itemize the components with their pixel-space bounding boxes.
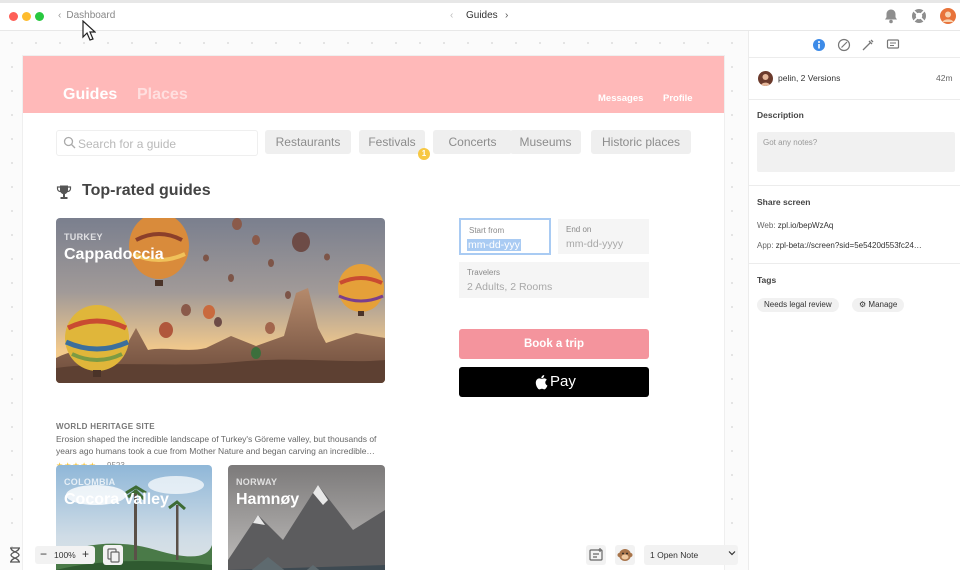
card-title: Cocora Valley [64, 491, 169, 508]
hourglass-icon[interactable] [8, 547, 22, 563]
eyedropper-icon[interactable] [861, 38, 875, 52]
chevron-left-icon: ‹ [58, 10, 62, 21]
guides-artboard[interactable]: Guides Places Messages Profile Search fo… [23, 56, 724, 570]
copy-layers-button[interactable] [103, 545, 123, 565]
apple-pay-button[interactable]: Pay [459, 367, 649, 397]
card-category-tag: WORLD HERITAGE SITE [56, 422, 155, 431]
app-url[interactable]: zpl-beta://screen?sid=5e5420d553fc24… [776, 241, 922, 250]
panel-divider [749, 263, 960, 264]
start-date-field[interactable]: Start from mm-dd-yyy [459, 218, 551, 255]
card-country: COLOMBIA [64, 477, 116, 487]
end-date-label: End on [566, 225, 592, 234]
user-avatar[interactable] [940, 8, 956, 24]
annotation-count-badge[interactable]: 1 [418, 148, 430, 160]
window-titlebar: ‹ Dashboard ‹ Guides › [0, 0, 960, 31]
description-notes-input[interactable]: Got any notes? [757, 132, 955, 172]
card-country: NORWAY [236, 477, 278, 487]
travelers-field[interactable]: Travelers 2 Adults, 2 Rooms [459, 262, 649, 298]
cappadocia-photo [56, 218, 385, 383]
start-date-label: Start from [469, 226, 505, 235]
notification-bell-icon[interactable] [883, 8, 899, 24]
book-trip-button[interactable]: Book a trip [459, 329, 649, 359]
trophy-icon [56, 185, 72, 199]
category-chip-historic-places[interactable]: Historic places [591, 130, 691, 154]
start-date-input[interactable]: mm-dd-yyy [467, 239, 521, 251]
travelers-label: Travelers [467, 268, 501, 277]
web-url[interactable]: zpl.io/bepWzAq [778, 221, 834, 230]
monkey-emoji-icon [617, 549, 633, 561]
card-title: Hamnøy [236, 491, 300, 508]
screen-title: Guides [466, 10, 498, 21]
search-placeholder: Search for a guide [78, 137, 177, 151]
category-chip-concerts[interactable]: Concerts [433, 130, 512, 154]
web-label: Web: [757, 221, 776, 230]
manage-tags-button[interactable]: ⚙ Manage [852, 298, 905, 312]
apple-logo-icon [535, 375, 548, 390]
previous-screen-button[interactable]: ‹ [450, 10, 453, 21]
guide-search-input[interactable]: Search for a guide [56, 130, 258, 156]
add-note-icon [589, 548, 603, 561]
version-summary[interactable]: pelin, 2 Versions [778, 73, 840, 83]
zoom-control: − 100% + [35, 546, 95, 564]
manage-tags-label: Manage [868, 300, 898, 309]
mouse-cursor-icon [82, 20, 96, 41]
open-notes-dropdown[interactable]: 1 Open Note [644, 545, 738, 565]
panel-divider [749, 99, 960, 100]
travelers-value: 2 Adults, 2 Rooms [467, 281, 553, 293]
end-date-input[interactable]: mm-dd-yyyy [566, 238, 623, 250]
app-share-link[interactable]: App: zpl-beta://screen?sid=5e5420d553fc2… [757, 241, 922, 250]
zoom-in-button[interactable]: + [82, 548, 89, 560]
version-time: 42m [936, 73, 953, 83]
minimize-window-button[interactable] [22, 12, 31, 21]
info-icon[interactable] [812, 38, 826, 52]
help-lifebuoy-icon[interactable] [911, 8, 927, 24]
zoom-level[interactable]: 100% [54, 550, 76, 560]
app-label: App: [757, 241, 774, 250]
screen-navigator: ‹ Guides › [440, 10, 530, 24]
description-label: Description [757, 110, 804, 120]
category-chip-museums[interactable]: Museums [510, 130, 581, 154]
gear-icon: ⚙ [859, 300, 867, 309]
search-icon [63, 136, 76, 149]
panel-divider [749, 185, 960, 186]
apple-pay-label: Pay [550, 373, 576, 390]
nav-link-messages[interactable]: Messages [598, 93, 643, 104]
card-country: TURKEY [64, 232, 103, 242]
inspector-panel: pelin, 2 Versions 42m Description Got an… [748, 31, 960, 570]
card-description: Erosion shaped the incredible landscape … [56, 434, 377, 456]
add-note-button[interactable] [586, 545, 606, 565]
window-top-edge [0, 0, 960, 3]
notes-placeholder: Got any notes? [763, 138, 818, 147]
emoji-reaction-button[interactable] [615, 545, 635, 565]
guide-card-hamnoy[interactable]: NORWAY Hamnøy [228, 465, 385, 570]
tag-needs-legal-review[interactable]: Needs legal review [757, 298, 839, 312]
category-chip-restaurants[interactable]: Restaurants [265, 130, 351, 154]
author-avatar [758, 71, 773, 86]
nav-tab-guides[interactable]: Guides [63, 86, 117, 104]
category-chip-festivals[interactable]: Festivals [359, 130, 425, 154]
web-share-link[interactable]: Web: zpl.io/bepWzAq [757, 221, 833, 230]
share-screen-label: Share screen [757, 197, 811, 207]
nav-link-profile[interactable]: Profile [663, 93, 693, 104]
edit-note-icon[interactable] [837, 38, 851, 52]
open-notes-value: 1 Open Note [650, 550, 699, 560]
comment-icon[interactable] [886, 38, 900, 52]
close-window-button[interactable] [9, 12, 18, 21]
next-screen-button[interactable]: › [505, 10, 508, 21]
section-title: Top-rated guides [82, 182, 211, 199]
nav-tab-places[interactable]: Places [137, 86, 188, 104]
tags-label: Tags [757, 275, 777, 285]
app-header: Guides Places Messages Profile [23, 56, 724, 113]
card-title: Cappadoccia [64, 246, 164, 263]
chevron-down-icon [728, 551, 736, 556]
copy-icon [107, 548, 120, 563]
end-date-field[interactable]: End on mm-dd-yyyy [558, 219, 649, 254]
zoom-out-button[interactable]: − [40, 548, 47, 560]
design-canvas[interactable]: Guides Places Messages Profile Search fo… [0, 20, 748, 570]
zoom-window-button[interactable] [35, 12, 44, 21]
featured-guide-card[interactable]: TURKEY Cappadoccia [56, 218, 385, 383]
panel-divider [749, 57, 960, 58]
